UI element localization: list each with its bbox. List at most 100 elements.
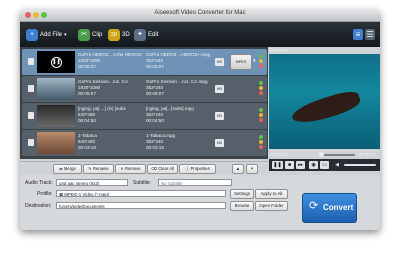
current-time: 00:02:31 [271,152,289,157]
output-resolution: 352*240 [146,85,164,90]
rename-label: Rename [92,166,109,171]
lock-icon[interactable] [28,139,34,146]
source-duration: 00:03:18 [78,145,96,150]
source-duration: 00:04:50 [78,118,96,123]
rename-button[interactable]: ✎ Rename [83,164,114,174]
row-status-icons [259,107,265,125]
edit-button[interactable]: ✦ Edit [134,29,158,41]
destination-label: Destination: [25,203,52,209]
remove-status-icon[interactable] [259,118,263,122]
remove-status-icon[interactable] [259,145,263,149]
output-name[interactable]: GoPro Session ...ruz, CA.mpg [146,79,212,84]
move-up-button[interactable]: ▲ [232,164,244,174]
source-name: GoPro HERO3 ...s the HERO3+ [78,52,142,57]
subtitle-status-icon[interactable] [259,59,263,63]
list-action-bar: ⇄ Merge ✎ Rename ✕ Remove ⌫ Clear All ⓘ … [20,161,268,175]
output-resolution: 352*240 [146,112,164,117]
playback-controls: ❚❚ ■ ▸▸ ◉ ▭ ◀ [269,159,380,171]
video-thumbnail [37,78,75,100]
apply-to-all-button[interactable]: Apply to All [255,189,288,199]
row-status-icons [259,53,265,71]
chevron-down-icon[interactable]: ▾ [253,58,256,64]
subtitle-value: No Subtitle [161,181,183,186]
settings-button[interactable]: Settings [230,189,254,199]
source-duration: 00:05:07 [78,91,96,96]
clear-all-button[interactable]: ⌫ Clear All [147,164,178,174]
arrow-up-icon: ▲ [235,166,241,171]
source-name: GoPro Session...ruz, CA [78,79,129,84]
output-format-button[interactable]: MPEG [230,54,252,70]
properties-button[interactable]: ⓘ Properties [179,164,216,174]
output-duration: 00:05:07 [146,91,164,96]
merge-button[interactable]: ⇄ Merge [53,164,82,174]
3d-button[interactable]: 3D 3D [108,29,130,41]
video-thumbnail [37,105,75,127]
3d-icon: 3D [108,29,120,41]
file-row[interactable]: [nging, pa] ...] ch) [subs 640*480 00:04… [22,103,267,129]
move-down-button[interactable]: ▼ [246,164,258,174]
total-time: 00:05:07 [358,152,376,157]
file-row[interactable]: ❚❚ GoPro HERO3 ...s the HERO3+ 1920*1080… [22,49,267,75]
clip-button[interactable]: ✂ Clip [78,29,102,41]
remove-status-icon[interactable] [259,64,263,68]
audio-track-select[interactable]: und aac stereo (0x2) [56,179,128,186]
audio-track-label: Audio Track: [25,180,53,186]
settings-button-label: Settings [234,191,250,196]
subtitle-status-icon[interactable] [259,86,263,90]
snapshot-icon[interactable]: ◉ [309,161,318,169]
browse-button[interactable]: Browse [230,201,254,211]
list-view-icon[interactable]: ≡ [353,29,363,40]
folder-icon[interactable]: ▭ [320,161,329,169]
volume-slider[interactable] [344,164,376,166]
source-resolution: 640*480 [78,112,96,117]
open-folder-button[interactable]: Open Folder [255,201,288,211]
3d-label: 3D [122,32,130,38]
remove-status-icon[interactable] [259,91,263,95]
subtitle-label: Subtitle: [133,180,152,186]
seek-progress [290,154,322,156]
seek-handle[interactable] [319,152,325,157]
output-name[interactable]: [nging, pa]...[subs].mpg [146,106,212,111]
remove-button[interactable]: ✕ Remove [115,164,146,174]
convert-icon: ⟳ [309,200,319,212]
convert-label: Convert [323,203,354,212]
stop-icon[interactable]: ■ [285,161,294,169]
file-row[interactable]: 1-Tabaca 640*480 00:03:18 1-Tabaca.mpg 3… [22,130,267,156]
edit-status-icon[interactable] [259,81,263,85]
edit-status-icon[interactable] [259,108,263,112]
subtitle-status-icon[interactable] [259,113,263,117]
pause-icon[interactable]: ❚❚ [272,161,283,169]
video-thumbnail: ❚❚ [37,51,75,73]
convert-button[interactable]: ⟳ Convert [302,193,357,223]
edit-status-icon[interactable] [259,54,263,58]
magic-wand-icon: ✦ [134,29,146,41]
profile-select[interactable]: ▦ MPEG-1 Video (*.mpg) [56,190,226,197]
lock-icon[interactable] [28,112,34,119]
preview-frame-image [289,87,363,129]
subtitle-status-icon[interactable] [259,140,263,144]
clip-label: Clip [92,32,103,38]
next-icon[interactable]: ▸▸ [296,161,305,169]
menu-icon[interactable]: ☰ [365,29,375,40]
scissors-icon: ✂ [78,29,90,41]
lock-icon[interactable] [28,58,34,65]
output-name[interactable]: 1-Tabaca.mpg [146,133,212,138]
source-name: 1-Tabaca [78,133,97,138]
file-row[interactable]: GoPro Session...ruz, CA 1920*1080 00:05:… [22,76,267,102]
output-name[interactable]: GoPro HERO3 ...HERO3+.mpg [146,52,212,57]
destination-input[interactable]: /Users/pele/Documents [56,202,226,209]
open-folder-label: Open Folder [259,203,284,208]
edit-status-icon[interactable] [259,135,263,139]
subtitle-select[interactable]: No Subtitle [158,179,232,186]
remove-label: Remove [125,166,141,171]
lock-icon[interactable] [28,85,34,92]
add-file-button[interactable]: + Add File ▾ [26,29,67,41]
play-icon[interactable]: ❚❚ [51,57,62,68]
edit-label: Edit [148,32,159,38]
file-list: ❚❚ GoPro HERO3 ...s the HERO3+ 1920*1080… [20,47,268,159]
volume-icon[interactable]: ◀ [333,161,341,169]
source-resolution: 640*480 [78,139,96,144]
title-bar: Aiseesoft Video Converter for Mac [20,9,380,22]
app-window: Aiseesoft Video Converter for Mac + Add … [20,9,380,230]
seek-slider[interactable] [290,152,355,157]
